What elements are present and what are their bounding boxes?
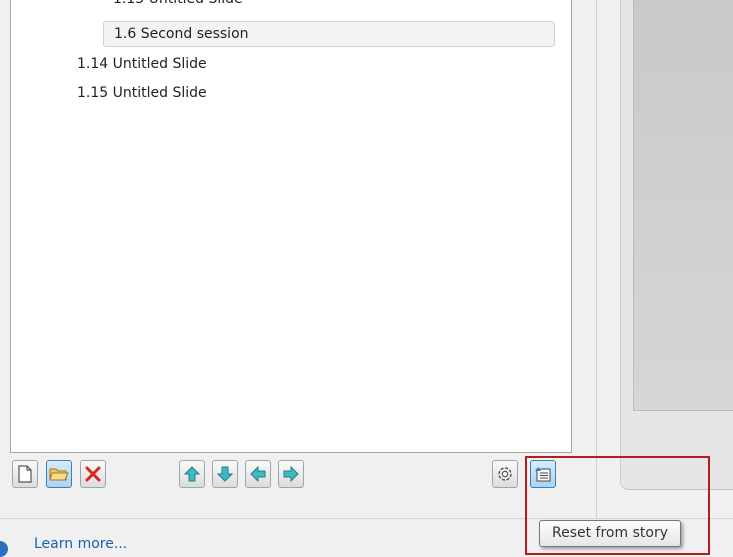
- move-left-icon: [250, 466, 266, 482]
- tree-item-untitled-slide-1-15[interactable]: 1.15 Untitled Slide: [77, 80, 207, 106]
- new-slide-button[interactable]: [12, 460, 38, 488]
- reset-from-story-icon: [535, 467, 551, 482]
- open-button[interactable]: [46, 460, 72, 488]
- new-page-icon: [18, 465, 32, 483]
- slide-outline-tree[interactable]: 1.13 Untitled Slide 1.6 Second session 1…: [10, 0, 572, 453]
- learn-more-link[interactable]: Learn more...: [34, 536, 127, 552]
- move-up-icon: [184, 466, 200, 482]
- move-right-button[interactable]: [278, 460, 304, 488]
- panel-divider[interactable]: [596, 0, 597, 518]
- open-folder-icon: [49, 468, 69, 481]
- settings-button[interactable]: [492, 460, 518, 488]
- tree-item-untitled-slide-1-14[interactable]: 1.14 Untitled Slide: [77, 51, 207, 77]
- delete-button[interactable]: [80, 460, 106, 488]
- tree-item-second-session[interactable]: 1.6 Second session: [103, 21, 555, 47]
- delete-icon: [85, 466, 101, 482]
- tree-item-untitled-slide-1-13[interactable]: 1.13 Untitled Slide: [105, 0, 251, 12]
- reset-from-story-button[interactable]: [530, 460, 556, 488]
- move-right-icon: [283, 466, 299, 482]
- slide-preview: [633, 0, 733, 411]
- move-down-button[interactable]: [212, 460, 238, 488]
- tooltip: Reset from story: [539, 520, 681, 547]
- settings-icon: [498, 467, 512, 481]
- move-left-button[interactable]: [245, 460, 271, 488]
- move-down-icon: [217, 466, 233, 482]
- move-up-button[interactable]: [179, 460, 205, 488]
